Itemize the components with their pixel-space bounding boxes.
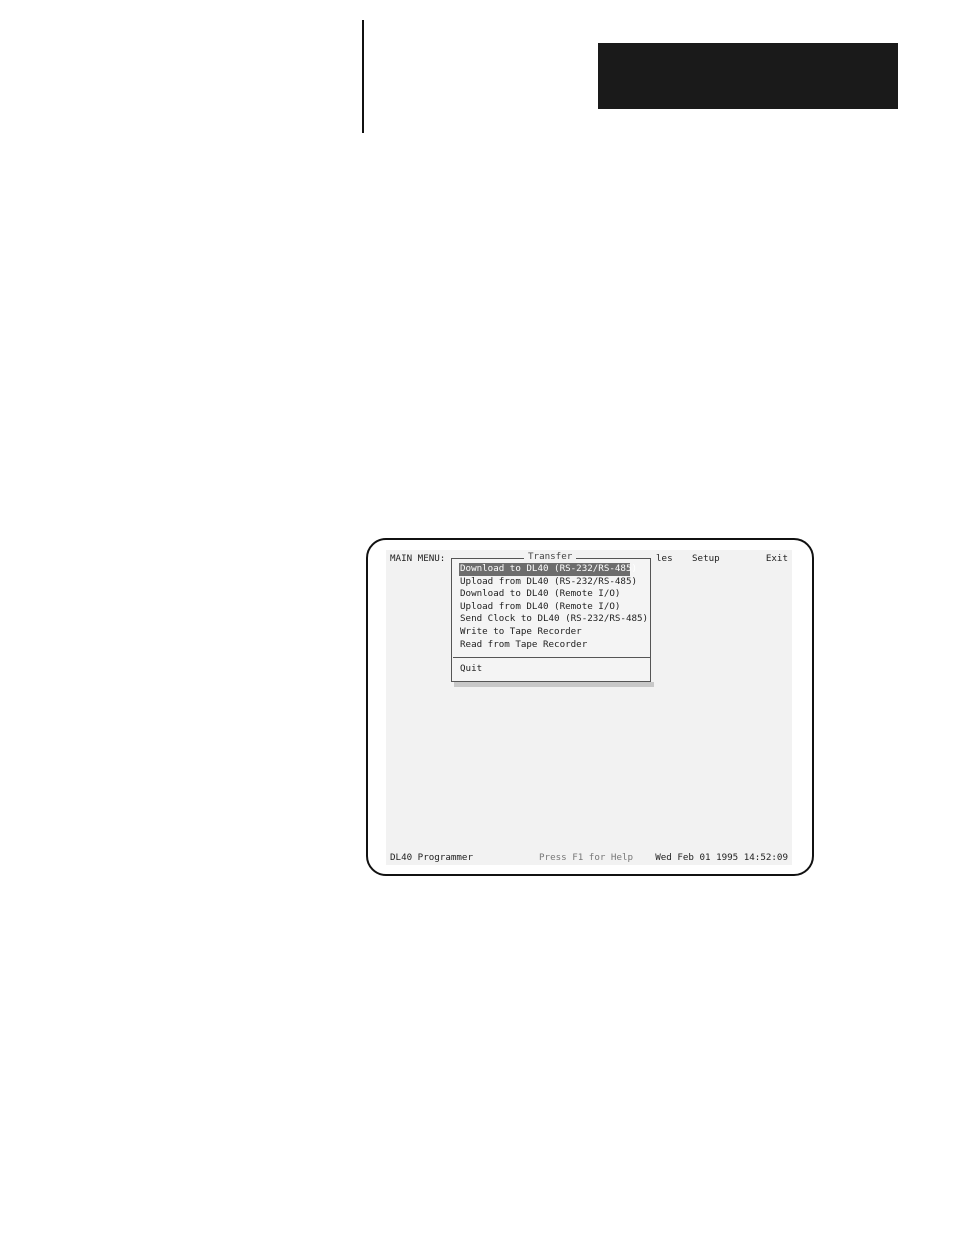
menu-item-quit[interactable]: Quit: [459, 663, 630, 676]
status-bar: DL40 Programmer Press F1 for Help Wed Fe…: [390, 852, 788, 864]
menu-item-upload-remote-io[interactable]: Upload from DL40 (Remote I/O): [459, 601, 630, 614]
status-datetime: Wed Feb 01 1995 14:52:09: [655, 852, 788, 863]
menu-files[interactable]: les: [656, 553, 673, 565]
dropdown-title: Transfer: [524, 551, 577, 563]
screen-figure: MAIN MENU: les Setup Exit Transfer Downl…: [366, 538, 814, 876]
menu-exit[interactable]: Exit: [766, 553, 788, 565]
chapter-header-block: [598, 43, 898, 109]
menu-item-send-clock[interactable]: Send Clock to DL40 (RS-232/RS-485): [459, 613, 648, 626]
menu-item-read-tape[interactable]: Read from Tape Recorder: [459, 639, 630, 652]
menu-setup[interactable]: Setup: [692, 553, 720, 565]
menu-divider: [453, 657, 651, 659]
help-hint: Press F1 for Help: [539, 852, 634, 863]
menu-item-write-tape[interactable]: Write to Tape Recorder: [459, 626, 630, 639]
main-menu-label: MAIN MENU:: [390, 553, 446, 564]
menu-item-upload-rs232[interactable]: Upload from DL40 (RS-232/RS-485): [459, 576, 637, 589]
app-name: DL40 Programmer: [390, 852, 473, 863]
terminal-screen: MAIN MENU: les Setup Exit Transfer Downl…: [386, 550, 792, 865]
margin-rule: [362, 20, 364, 133]
transfer-dropdown: Transfer Download to DL40 (RS-232/RS-485…: [451, 551, 654, 687]
menu-item-download-rs232[interactable]: Download to DL40 (RS-232/RS-485): [459, 563, 637, 576]
menu-item-download-remote-io[interactable]: Download to DL40 (Remote I/O): [459, 588, 630, 601]
